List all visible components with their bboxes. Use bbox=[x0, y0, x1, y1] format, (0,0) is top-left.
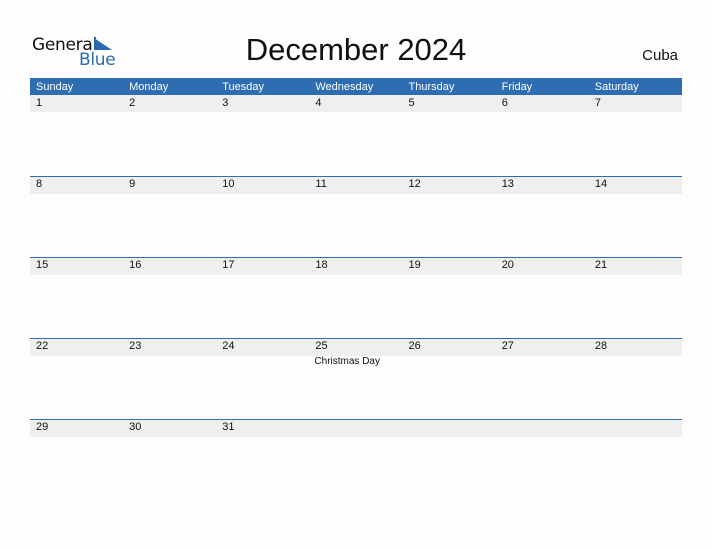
weekday-wednesday: Wednesday bbox=[315, 81, 374, 93]
day-cell: 5 bbox=[403, 95, 496, 176]
day-number: 5 bbox=[408, 97, 415, 109]
weekday-friday: Friday bbox=[501, 81, 533, 93]
day-cell: 4 bbox=[309, 95, 402, 176]
day-cell: 7 bbox=[589, 95, 682, 176]
weekday-tuesday: Tuesday bbox=[222, 81, 265, 93]
day-cell: 21 bbox=[589, 257, 682, 338]
day-number: 16 bbox=[129, 259, 142, 271]
day-cell: 14 bbox=[589, 176, 682, 257]
holiday-label: Christmas Day bbox=[314, 356, 380, 367]
day-cell: 6 bbox=[496, 95, 589, 176]
day-number: 11 bbox=[315, 178, 327, 190]
day-cell: 9 bbox=[123, 176, 216, 257]
day-cell: 10 bbox=[216, 176, 309, 257]
weekday-saturday: Saturday bbox=[594, 81, 639, 93]
day-number: 15 bbox=[36, 259, 49, 271]
day-cell: 3 bbox=[216, 95, 309, 176]
day-cell: 27 bbox=[496, 338, 589, 419]
day-cell: 18 bbox=[309, 257, 402, 338]
day-number: 20 bbox=[501, 259, 514, 271]
week-row: 22 23 24 25 Christmas Day 26 27 28 bbox=[30, 338, 682, 419]
weekday-sunday: Sunday bbox=[36, 81, 74, 93]
day-cell: 11 bbox=[309, 176, 402, 257]
day-cell: 15 bbox=[30, 257, 123, 338]
day-cell: 22 bbox=[30, 338, 123, 419]
day-cell bbox=[309, 419, 402, 500]
day-number: 10 bbox=[222, 178, 235, 190]
day-cell: 24 bbox=[216, 338, 309, 419]
day-number: 9 bbox=[129, 178, 136, 190]
day-cell: 17 bbox=[216, 257, 309, 338]
day-number: 22 bbox=[36, 340, 49, 352]
day-cell: 12 bbox=[403, 176, 496, 257]
day-number: 2 bbox=[129, 97, 136, 109]
day-cell: 8 bbox=[30, 176, 123, 257]
day-number: 17 bbox=[222, 259, 235, 271]
day-cell: 26 bbox=[403, 338, 496, 419]
day-number: 30 bbox=[129, 421, 142, 433]
day-number: 27 bbox=[501, 340, 514, 352]
day-cell: 28 bbox=[589, 338, 682, 419]
day-cell: 13 bbox=[496, 176, 589, 257]
day-number: 25 bbox=[315, 340, 328, 352]
day-number: 28 bbox=[594, 340, 608, 352]
day-number: 31 bbox=[222, 421, 235, 433]
day-cell: 19 bbox=[403, 257, 496, 338]
day-cell: 16 bbox=[123, 257, 216, 338]
day-cell: 1 bbox=[30, 95, 123, 176]
day-number: 4 bbox=[315, 97, 322, 109]
day-number: 24 bbox=[222, 340, 235, 352]
day-cell: 25 Christmas Day bbox=[309, 338, 402, 419]
day-number: 13 bbox=[501, 178, 514, 190]
day-number: 3 bbox=[222, 97, 229, 109]
page-title: December 2024 bbox=[245, 32, 467, 67]
day-number: 6 bbox=[501, 97, 508, 109]
day-number: 19 bbox=[408, 259, 421, 271]
day-cell bbox=[403, 419, 496, 500]
day-cell: 30 bbox=[123, 419, 216, 500]
weekday-header: Sunday Monday Tuesday Wednesday Thursday… bbox=[30, 78, 682, 95]
day-cell bbox=[589, 419, 682, 500]
weekday-monday: Monday bbox=[129, 81, 169, 93]
day-cell bbox=[496, 419, 589, 500]
day-number: 14 bbox=[594, 178, 608, 190]
day-number: 7 bbox=[594, 97, 601, 109]
week-row: 29 30 31 bbox=[30, 419, 682, 500]
day-cell: 2 bbox=[123, 95, 216, 176]
day-number: 26 bbox=[408, 340, 421, 352]
day-number: 23 bbox=[129, 340, 142, 352]
day-number: 1 bbox=[36, 97, 43, 109]
day-number: 21 bbox=[594, 259, 608, 271]
week-row: 15 16 17 18 19 20 21 bbox=[30, 257, 682, 338]
week-row: 8 9 10 11 12 13 14 bbox=[30, 176, 682, 257]
week-row: 1 2 3 4 5 6 7 bbox=[30, 95, 682, 176]
day-number: 18 bbox=[315, 259, 328, 271]
day-cell: 23 bbox=[123, 338, 216, 419]
day-cell: 31 bbox=[216, 419, 309, 500]
day-number: 12 bbox=[408, 178, 421, 190]
day-number: 8 bbox=[36, 178, 43, 190]
day-number: 29 bbox=[36, 421, 49, 433]
day-cell: 20 bbox=[496, 257, 589, 338]
country-label: Cuba bbox=[642, 47, 678, 64]
weekday-thursday: Thursday bbox=[408, 81, 455, 93]
day-cell: 29 bbox=[30, 419, 123, 500]
